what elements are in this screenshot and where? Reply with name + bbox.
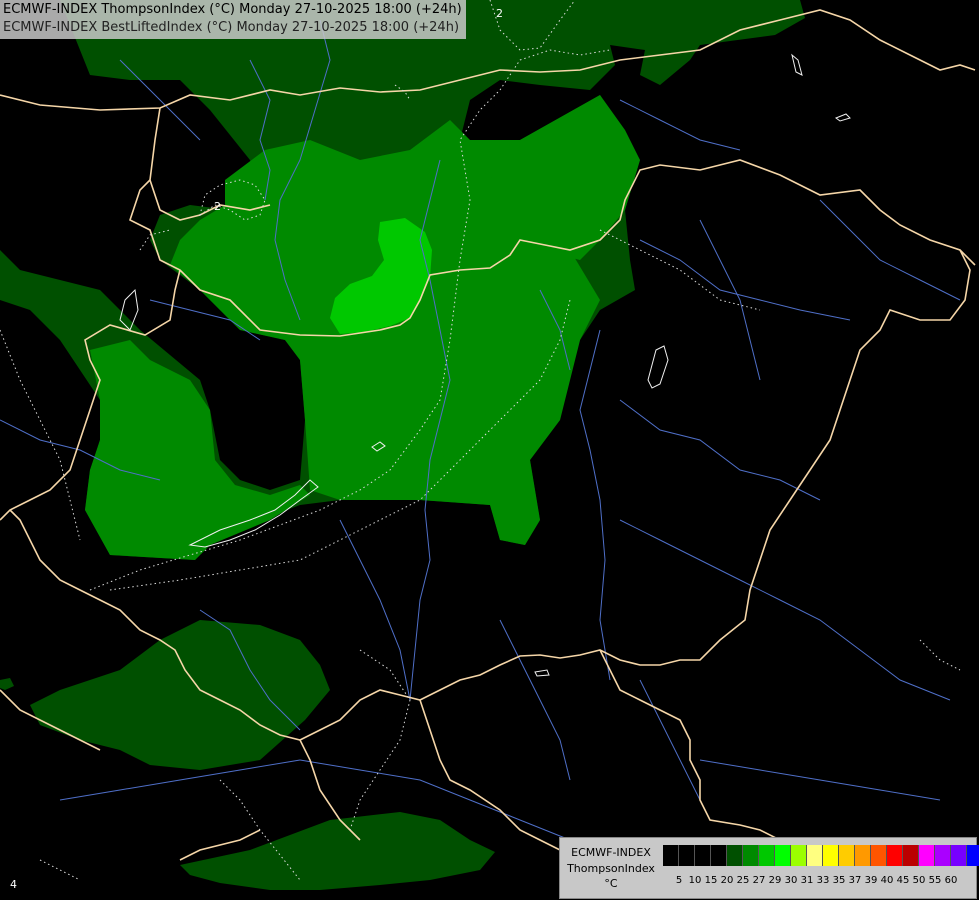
legend-swatch bbox=[967, 845, 979, 866]
legend-param-label: ThompsonIndex bbox=[567, 862, 655, 875]
legend-swatch bbox=[871, 845, 887, 866]
weather-map: 2 2 4 bbox=[0, 0, 979, 900]
legend-swatch bbox=[807, 845, 823, 866]
legend-swatch bbox=[663, 845, 679, 866]
contour-label: 4 bbox=[10, 878, 17, 891]
legend-swatch bbox=[679, 845, 695, 866]
map-title-box: ECMWF-INDEX ThompsonIndex (°C) Monday 27… bbox=[0, 0, 466, 39]
legend-swatch bbox=[775, 845, 791, 866]
contour-label: 2 bbox=[496, 7, 503, 20]
legend-swatch bbox=[711, 845, 727, 866]
legend-tick-label: 60 bbox=[944, 875, 958, 886]
legend-swatch bbox=[919, 845, 935, 866]
thompson-index-title: ECMWF-INDEX ThompsonIndex (°C) Monday 27… bbox=[3, 2, 462, 17]
legend-swatch bbox=[823, 845, 839, 866]
lifted-index-title: ECMWF-INDEX BestLiftedIndex (°C) Monday … bbox=[3, 20, 460, 35]
legend-swatch bbox=[839, 845, 855, 866]
legend-swatch bbox=[695, 845, 711, 866]
legend-swatch bbox=[743, 845, 759, 866]
legend-swatch bbox=[951, 845, 967, 866]
legend-swatch bbox=[935, 845, 951, 866]
legend-swatch bbox=[855, 845, 871, 866]
legend-swatch bbox=[887, 845, 903, 866]
legend-unit-label: °C bbox=[604, 877, 618, 890]
legend-swatches bbox=[663, 845, 979, 866]
legend-swatch bbox=[759, 845, 775, 866]
legend-model-label: ECMWF-INDEX bbox=[571, 846, 651, 859]
legend-swatch bbox=[727, 845, 743, 866]
legend-swatch bbox=[791, 845, 807, 866]
color-legend: ECMWF-INDEX ThompsonIndex °C 5 10 15 20 25 27… bbox=[559, 837, 979, 899]
contour-label: 2 bbox=[214, 200, 221, 213]
legend-swatch bbox=[903, 845, 919, 866]
